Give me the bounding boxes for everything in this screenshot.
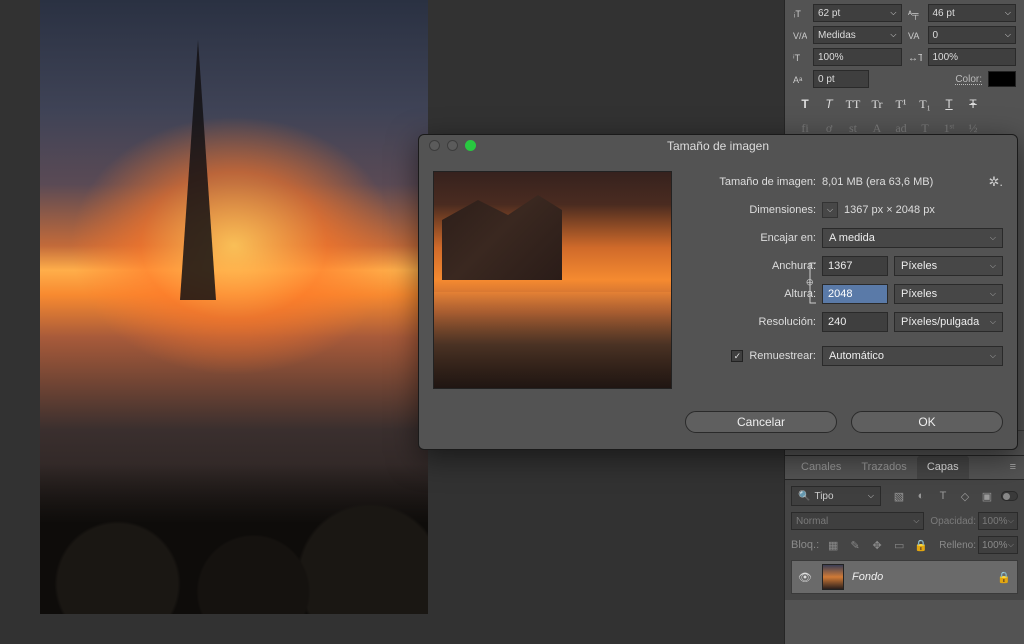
layers-tab-row: Canales Trazados Capas ≡ [785, 456, 1024, 480]
opacity-field[interactable]: 100%⌵ [978, 512, 1018, 530]
baseline-icon: Aᵃ [793, 72, 807, 86]
dimensions-value: 1367 px × 2048 px [844, 204, 935, 216]
layer-thumbnail[interactable] [822, 564, 844, 590]
svg-text:↔T: ↔T [908, 53, 922, 64]
layers-menu-icon[interactable]: ≡ [1002, 456, 1024, 479]
width-label: Anchura: [686, 260, 816, 272]
bold-btn[interactable]: T [793, 94, 817, 114]
height-label: Altura: [686, 288, 816, 300]
resolution-label: Resolución: [686, 316, 816, 328]
lock-label: Bloq.: [791, 539, 819, 551]
leading-icon: ᴬ╤ [908, 6, 922, 20]
italic-btn[interactable]: T [817, 94, 841, 114]
svg-text:VA: VA [908, 31, 919, 41]
svg-text:Aᵃ: Aᵃ [793, 75, 803, 85]
allcaps-btn[interactable]: TT [841, 94, 865, 114]
color-label: Color: [955, 74, 982, 85]
resample-checkbox[interactable]: ✓ [731, 350, 743, 362]
superscript-btn[interactable]: T¹ [889, 94, 913, 114]
gear-icon[interactable]: ✲. [988, 174, 1003, 190]
layer-filter-type[interactable]: 🔍 Tipo ⌵ [791, 486, 881, 506]
layer-name[interactable]: Fondo [852, 571, 883, 583]
document-canvas[interactable] [40, 0, 428, 614]
tab-paths[interactable]: Trazados [851, 456, 916, 479]
dialog-preview[interactable] [433, 171, 672, 389]
lock-pixels-icon[interactable]: ✎ [847, 537, 863, 553]
blend-mode-dropdown[interactable]: Normal⌵ [791, 512, 924, 530]
tracking-icon: VA [908, 29, 922, 41]
dimensions-label: Dimensiones: [686, 204, 816, 216]
leading-field[interactable]: 46 pt⌵ [928, 4, 1017, 22]
svg-text:𐀏: 𐀏 [806, 278, 813, 288]
layer-lock-icon[interactable]: 🔒 [997, 571, 1011, 584]
strike-btn[interactable]: Ŧ [961, 94, 985, 114]
kerning-field[interactable]: Medidas⌵ [813, 26, 902, 44]
search-icon: 🔍 [798, 491, 810, 502]
kerning-icon: V/A [793, 29, 807, 41]
visibility-icon[interactable]: 👁 [798, 571, 814, 584]
image-size-label: Tamaño de imagen: [686, 176, 816, 188]
lock-all-icon[interactable]: 🔒 [913, 537, 929, 553]
image-size-dialog: Tamaño de imagen Tamaño de imagen: 8,01 … [418, 134, 1018, 450]
dimensions-unit-dropdown[interactable]: ⌵ [822, 202, 838, 218]
resample-dropdown[interactable]: Automático⌵ [822, 346, 1003, 366]
svg-text:ᵢT: ᵢT [794, 9, 801, 19]
opacity-label: Opacidad: [930, 516, 976, 527]
height-unit-dropdown[interactable]: Píxeles⌵ [894, 284, 1003, 304]
hscale-field[interactable]: 100% [928, 48, 1017, 66]
close-button[interactable] [429, 140, 440, 151]
constrain-link-icon[interactable]: 𐀏 [806, 257, 820, 309]
filter-pixel-icon[interactable]: ▧ [891, 488, 907, 504]
height-field[interactable]: 2048 [822, 284, 888, 304]
width-unit-dropdown[interactable]: Píxeles⌵ [894, 256, 1003, 276]
filter-shape-icon[interactable]: ◇ [957, 488, 973, 504]
cancel-button[interactable]: Cancelar [685, 411, 837, 433]
width-field[interactable]: 1367 [822, 256, 888, 276]
font-size-field[interactable]: 62 pt⌵ [813, 4, 902, 22]
subscript-btn[interactable]: T₁ [913, 94, 937, 114]
text-style-buttons: T T TT Tr T¹ T₁ T Ŧ [793, 92, 1016, 116]
fit-to-dropdown[interactable]: A medida⌵ [822, 228, 1003, 248]
resolution-unit-dropdown[interactable]: Píxeles/pulgada⌵ [894, 312, 1003, 332]
tab-channels[interactable]: Canales [791, 456, 851, 479]
tracking-field[interactable]: 0⌵ [928, 26, 1017, 44]
fill-label: Relleno: [939, 540, 976, 551]
svg-text:ⁱT: ⁱT [793, 53, 801, 63]
lock-artboard-icon[interactable]: ▭ [891, 537, 907, 553]
baseline-field[interactable]: 0 pt [813, 70, 869, 88]
filter-smart-icon[interactable]: ▣ [979, 488, 995, 504]
filter-adjust-icon[interactable]: ◐ [913, 488, 929, 504]
filter-type-icon[interactable]: T [935, 488, 951, 504]
image-size-value: 8,01 MB (era 63,6 MB) [822, 176, 933, 188]
fit-to-label: Encajar en: [686, 232, 816, 244]
color-swatch[interactable] [988, 71, 1016, 87]
smallcaps-btn[interactable]: Tr [865, 94, 889, 114]
ok-button[interactable]: OK [851, 411, 1003, 433]
resolution-field[interactable]: 240 [822, 312, 888, 332]
fill-field[interactable]: 100%⌵ [978, 536, 1018, 554]
tab-layers[interactable]: Capas [917, 456, 969, 479]
svg-text:V/A: V/A [793, 31, 807, 41]
minimize-button[interactable] [447, 140, 458, 151]
vscale-icon: ⁱT [793, 50, 807, 64]
filter-toggle[interactable] [1001, 491, 1018, 501]
underline-btn[interactable]: T [937, 94, 961, 114]
zoom-button[interactable] [465, 140, 476, 151]
lock-transparent-icon[interactable]: ▦ [825, 537, 841, 553]
layers-panel: 🔍 Tipo ⌵ ▧ ◐ T ◇ ▣ Normal⌵ Opacidad: 100… [785, 480, 1024, 600]
dialog-title: Tamaño de imagen [667, 139, 769, 153]
hscale-icon: ↔T [908, 50, 922, 64]
svg-text:ᴬ╤: ᴬ╤ [908, 9, 919, 20]
lock-position-icon[interactable]: ✥ [869, 537, 885, 553]
resample-label: Remuestrear: [749, 350, 816, 362]
font-size-icon: ᵢT [793, 6, 807, 20]
dialog-titlebar[interactable]: Tamaño de imagen [419, 135, 1017, 157]
layer-row-background[interactable]: 👁 Fondo 🔒 [791, 560, 1018, 594]
vscale-field[interactable]: 100% [813, 48, 902, 66]
